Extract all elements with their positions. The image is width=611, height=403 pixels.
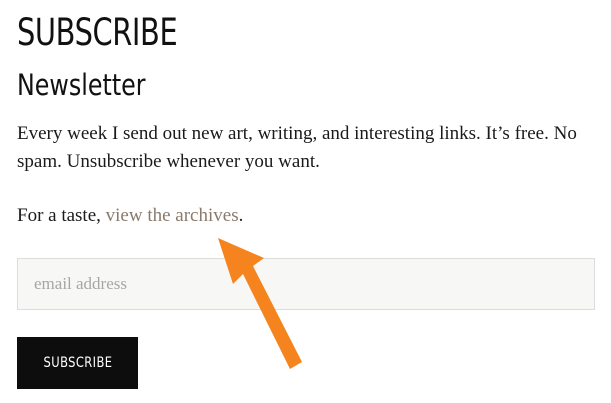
taste-prefix: For a taste, [17, 205, 106, 226]
taste-suffix: . [238, 205, 244, 226]
subscribe-button-label: SUBSCRIBE [43, 355, 112, 371]
taste-line: For a taste, view the archives. [17, 202, 243, 230]
intro-text: Every week I send out new art, writing, … [17, 123, 577, 172]
arrow-pointer-icon [218, 238, 302, 369]
newsletter-subtitle: Newsletter [17, 68, 146, 102]
page-title: SUBSCRIBE [17, 11, 178, 54]
subscribe-button[interactable]: SUBSCRIBE [17, 337, 138, 389]
view-archives-link[interactable]: view the archives [106, 205, 239, 226]
